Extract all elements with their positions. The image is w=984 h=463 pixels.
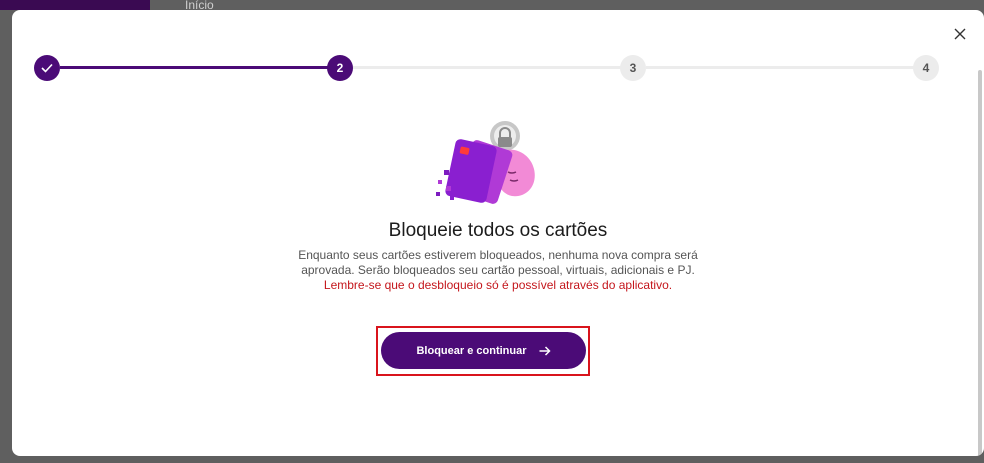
description-line-2: aprovada. Serão bloqueados seu cartão pe… (301, 263, 695, 277)
step-connector-3 (646, 66, 926, 69)
step-1-completed (34, 55, 60, 81)
step-2-current: 2 (327, 55, 353, 81)
progress-stepper: 2 3 4 (12, 10, 984, 110)
step-connector-1 (60, 66, 340, 69)
step-2-label: 2 (336, 61, 344, 75)
modal-title: Bloqueie todos os cartões (388, 220, 608, 241)
step-3-pending: 3 (620, 55, 646, 81)
step-4-label: 4 (922, 61, 930, 75)
block-cards-modal: 2 3 4 Bloqueie todos os cartões Enquanto… (12, 10, 984, 456)
block-and-continue-button[interactable]: Bloquear e continuar (381, 332, 586, 369)
unblock-warning: Lembre-se que o desbloqueio só é possíve… (323, 278, 673, 292)
arrow-right-icon (539, 345, 551, 356)
button-label: Bloquear e continuar (416, 344, 527, 357)
scrollbar[interactable] (978, 70, 982, 456)
step-3-label: 3 (629, 61, 637, 75)
background-sidebar (0, 0, 150, 10)
check-icon (41, 63, 53, 73)
step-4-pending: 4 (913, 55, 939, 81)
step-connector-2 (353, 66, 633, 69)
cards-lock-icon (436, 121, 535, 204)
description-line-1: Enquanto seus cartões estiverem bloquead… (298, 248, 698, 262)
modal-description: Enquanto seus cartões estiverem bloquead… (268, 248, 728, 293)
